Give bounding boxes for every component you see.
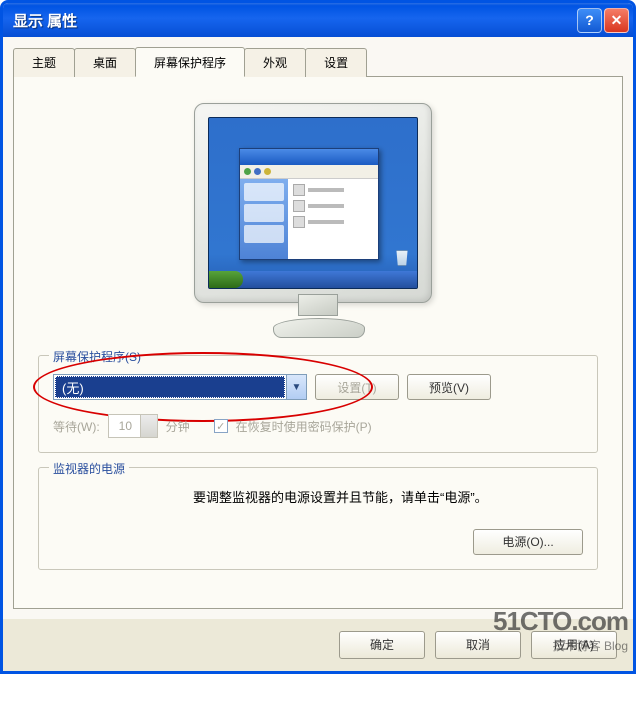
dialog-button-row: 确定 取消 应用(A) (3, 619, 633, 671)
resume-password-checkbox[interactable]: ✓ (214, 419, 228, 433)
monitor-casing-icon (194, 103, 432, 303)
tab-settings[interactable]: 设置 (305, 48, 367, 77)
screensaver-group-title: 屏幕保护程序(S) (49, 348, 145, 365)
power-button[interactable]: 电源(O)... (473, 529, 583, 555)
tab-strip: 主题 桌面 屏幕保护程序 外观 设置 (13, 47, 623, 76)
apply-button[interactable]: 应用(A) (531, 631, 617, 659)
cancel-button[interactable]: 取消 (435, 631, 521, 659)
monitor-stand-icon (273, 300, 363, 338)
titlebar-buttons: ? ✕ (577, 8, 629, 33)
screensaver-group: 屏幕保护程序(S) (无) ▼ 设置(T) 预览(V) 等待(W): (38, 355, 598, 453)
tab-theme[interactable]: 主题 (13, 48, 75, 77)
preview-window-icon (239, 148, 379, 260)
tab-screensaver[interactable]: 屏幕保护程序 (135, 47, 245, 77)
chevron-down-icon[interactable]: ▼ (286, 375, 306, 399)
close-button[interactable]: ✕ (604, 8, 629, 33)
wait-unit: 分钟 (166, 418, 190, 435)
help-button[interactable]: ? (577, 8, 602, 33)
tab-panel: 屏幕保护程序(S) (无) ▼ 设置(T) 预览(V) 等待(W): (13, 76, 623, 609)
monitor-power-group: 监视器的电源 要调整监视器的电源设置并且节能，请单击“电源”。 电源(O)... (38, 467, 598, 570)
monitor-preview (38, 103, 598, 335)
tab-appearance[interactable]: 外观 (244, 48, 306, 77)
display-properties-window: 显示 属性 ? ✕ 主题 桌面 屏幕保护程序 外观 设置 (0, 0, 636, 674)
wait-minutes-spinner[interactable]: 10 (108, 414, 158, 438)
titlebar[interactable]: 显示 属性 ? ✕ (3, 3, 633, 37)
wait-label: 等待(W): (53, 418, 100, 435)
wait-minutes-value: 10 (119, 419, 132, 433)
tab-desktop[interactable]: 桌面 (74, 48, 136, 77)
ok-button[interactable]: 确定 (339, 631, 425, 659)
taskbar-icon (209, 271, 417, 288)
resume-password-label: 在恢复时使用密码保护(P) (236, 418, 372, 435)
screensaver-select[interactable]: (无) ▼ (53, 374, 307, 400)
monitor-power-description: 要调整监视器的电源设置并且节能，请单击“电源”。 (193, 486, 583, 511)
monitor-screen-icon (208, 117, 418, 289)
content-area: 主题 桌面 屏幕保护程序 外观 设置 (3, 37, 633, 619)
screensaver-preview-button[interactable]: 预览(V) (407, 374, 491, 400)
window-title: 显示 属性 (13, 10, 77, 31)
screensaver-select-value: (无) (55, 376, 285, 398)
screensaver-settings-button[interactable]: 设置(T) (315, 374, 399, 400)
monitor-power-group-title: 监视器的电源 (49, 460, 129, 477)
recycle-bin-icon (395, 250, 409, 266)
